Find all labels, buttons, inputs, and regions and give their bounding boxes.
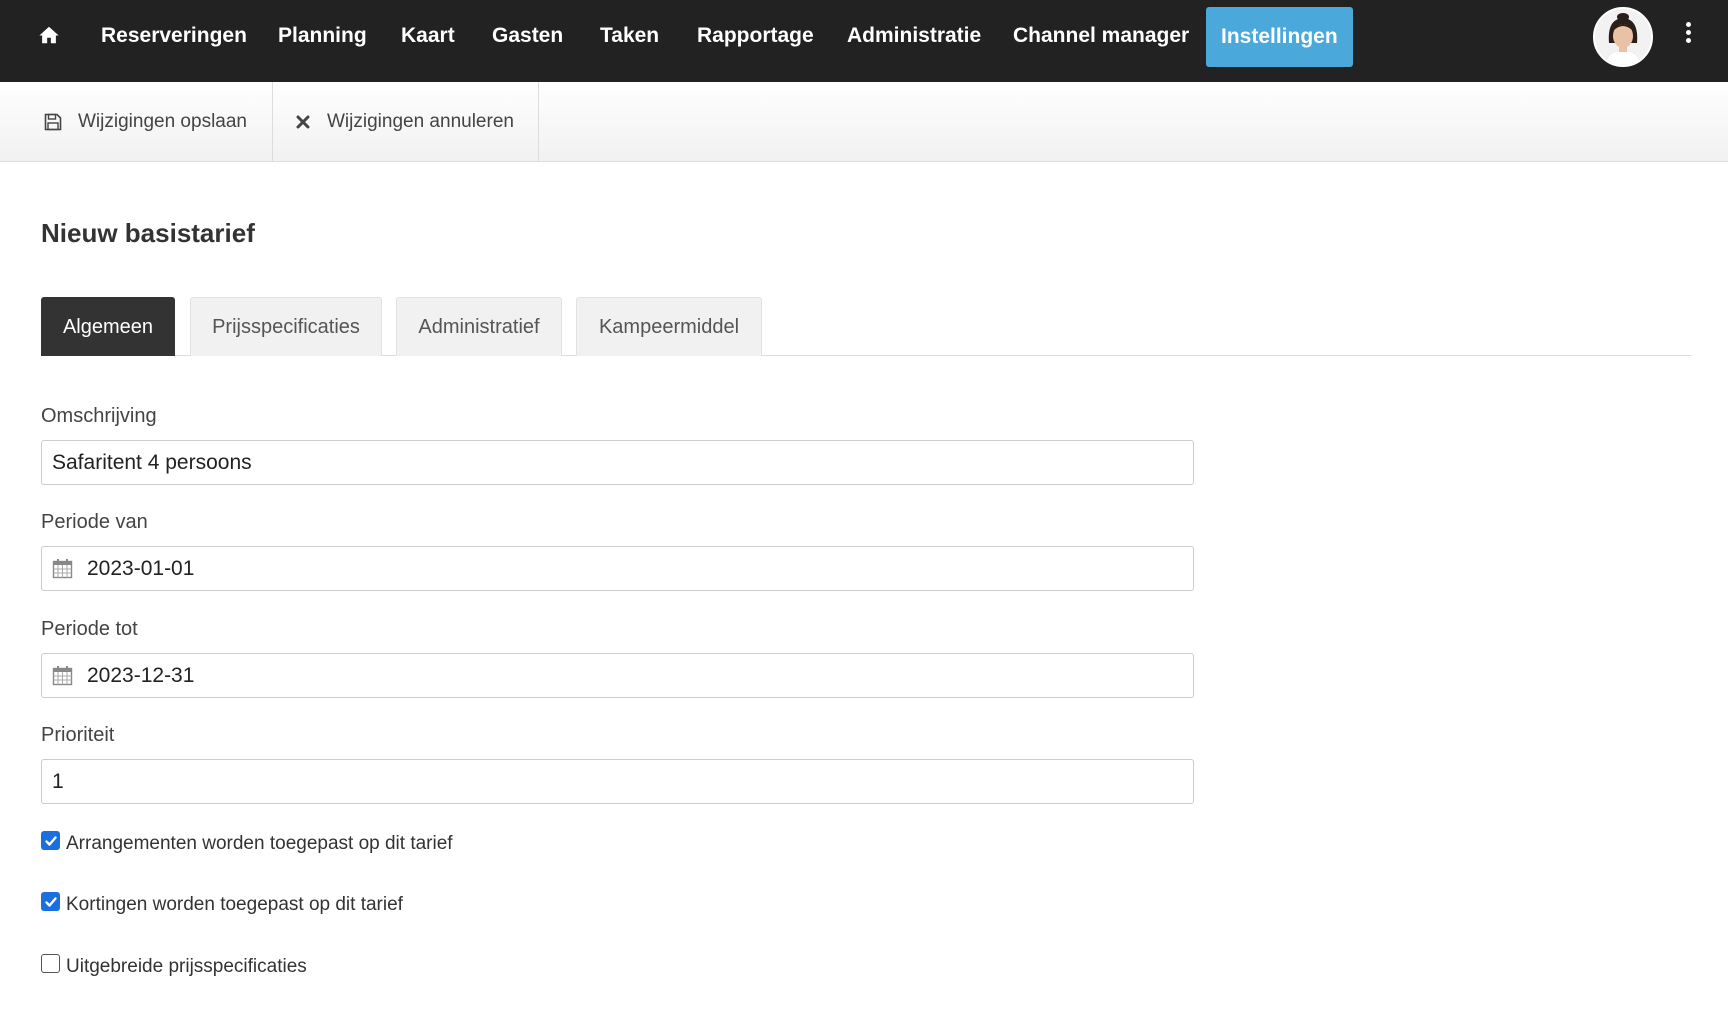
prioriteit-label: Prioriteit (41, 724, 115, 746)
kortingen-label: Kortingen worden toegepast op dit tarief (66, 894, 403, 915)
calendar-icon (52, 666, 73, 686)
periode-van-value: 2023-01-01 (87, 556, 195, 580)
top-navbar: Reserveringen Planning Kaart Gasten Take… (0, 0, 1728, 82)
omschrijving-value: Safaritent 4 persoons (52, 450, 252, 474)
save-changes-button[interactable]: Wijzigingen opslaan (0, 82, 273, 161)
nav-item-administratie[interactable]: Administratie (847, 0, 981, 72)
nav-item-instellingen[interactable]: Instellingen (1206, 7, 1353, 67)
page-title: Nieuw basistarief (41, 218, 255, 248)
kortingen-checkbox-row: Kortingen worden toegepast op dit tarief (41, 892, 403, 916)
prioriteit-value: 1 (52, 769, 64, 793)
home-icon[interactable] (38, 24, 62, 48)
avatar[interactable] (1593, 7, 1653, 67)
kebab-menu-icon[interactable] (1682, 22, 1694, 48)
tab-prijsspecificaties[interactable]: Prijsspecificaties (190, 297, 382, 356)
tab-bar: Algemeen Prijsspecificaties Administrati… (41, 297, 1691, 356)
tab-algemeen[interactable]: Algemeen (41, 297, 175, 356)
nav-item-channel-manager[interactable]: Channel manager (1013, 0, 1189, 72)
checkmark-icon (44, 835, 57, 846)
save-changes-label: Wijzigingen opslaan (78, 110, 247, 132)
periode-tot-label: Periode tot (41, 618, 138, 640)
tab-administratief[interactable]: Administratief (396, 297, 562, 356)
floppy-disk-icon (44, 113, 62, 130)
nav-item-reserveringen[interactable]: Reserveringen (101, 0, 247, 72)
close-icon (296, 115, 310, 128)
nav-item-taken[interactable]: Taken (600, 0, 659, 72)
tab-kampeermiddel[interactable]: Kampeermiddel (576, 297, 762, 356)
arrangementen-checkbox[interactable] (41, 831, 60, 850)
arrangementen-checkbox-row: Arrangementen worden toegepast op dit ta… (41, 831, 453, 855)
cancel-changes-label: Wijzigingen annuleren (327, 110, 514, 132)
periode-van-input[interactable]: 2023-01-01 (41, 546, 1194, 591)
kortingen-checkbox[interactable] (41, 892, 60, 911)
uitgebreide-checkbox[interactable] (41, 954, 60, 973)
prioriteit-input[interactable]: 1 (41, 759, 1194, 804)
nav-item-kaart[interactable]: Kaart (401, 0, 455, 72)
nav-item-gasten[interactable]: Gasten (492, 0, 563, 72)
omschrijving-input[interactable]: Safaritent 4 persoons (41, 440, 1194, 485)
uitgebreide-checkbox-row: Uitgebreide prijsspecificaties (41, 954, 307, 978)
periode-van-label: Periode van (41, 511, 148, 533)
cancel-changes-button[interactable]: Wijzigingen annuleren (273, 82, 539, 161)
periode-tot-value: 2023-12-31 (87, 663, 195, 687)
checkmark-icon (44, 896, 57, 907)
omschrijving-label: Omschrijving (41, 405, 157, 427)
periode-tot-input[interactable]: 2023-12-31 (41, 653, 1194, 698)
arrangementen-label: Arrangementen worden toegepast op dit ta… (66, 833, 453, 854)
uitgebreide-label: Uitgebreide prijsspecificaties (66, 956, 307, 977)
action-toolbar: Wijzigingen opslaan Wijzigingen annulere… (0, 82, 1728, 162)
nav-item-rapportage[interactable]: Rapportage (697, 0, 814, 72)
nav-item-planning[interactable]: Planning (278, 0, 367, 72)
calendar-icon (52, 559, 73, 579)
